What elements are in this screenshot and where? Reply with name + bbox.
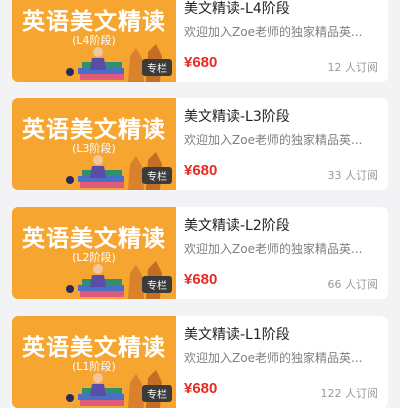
product-card[interactable]: 英语美文精读 (L3阶段) 专栏 美文精读-L3阶段 欢迎加入Zoe老师的独家精… [12, 98, 388, 190]
subscriber-count: 122 人订阅 [320, 387, 379, 400]
product-list: 英语美文精读 (L4阶段) 专栏 美文精读-L4阶段 欢迎加入Zoe老师的独家精… [0, 0, 400, 408]
cover-title: 英语美文精读 [22, 226, 166, 252]
column-tag: 专栏 [142, 167, 172, 184]
product-card[interactable]: 英语美文精读 (L1阶段) 专栏 美文精读-L1阶段 欢迎加入Zoe老师的独家精… [12, 316, 388, 408]
product-cover: 英语美文精读 (L2阶段) 专栏 [12, 207, 176, 299]
product-price: ¥680 [184, 380, 218, 397]
product-description: 欢迎加入Zoe老师的独家精品英... [184, 351, 363, 365]
product-cover: 英语美文精读 (L3阶段) 专栏 [12, 98, 176, 190]
product-description: 欢迎加入Zoe老师的独家精品英... [184, 25, 363, 39]
column-tag: 专栏 [142, 276, 172, 293]
product-title[interactable]: 美文精读-L3阶段 [184, 106, 380, 126]
product-description: 欢迎加入Zoe老师的独家精品英... [184, 242, 363, 256]
cover-title: 英语美文精读 [22, 117, 166, 143]
product-title[interactable]: 美文精读-L2阶段 [184, 215, 380, 235]
subscriber-count: 12 人订阅 [327, 61, 379, 74]
product-price: ¥680 [184, 162, 218, 179]
product-cover: 英语美文精读 (L4阶段) 专栏 [12, 0, 176, 82]
column-tag: 专栏 [142, 385, 172, 402]
product-cover: 英语美文精读 (L1阶段) 专栏 [12, 316, 176, 408]
column-tag: 专栏 [142, 59, 172, 76]
cover-title: 英语美文精读 [22, 9, 166, 35]
product-title[interactable]: 美文精读-L1阶段 [184, 324, 380, 344]
product-description: 欢迎加入Zoe老师的独家精品英... [184, 133, 363, 147]
cover-title: 英语美文精读 [22, 335, 166, 361]
product-card[interactable]: 英语美文精读 (L4阶段) 专栏 美文精读-L4阶段 欢迎加入Zoe老师的独家精… [12, 0, 388, 82]
product-card[interactable]: 英语美文精读 (L2阶段) 专栏 美文精读-L2阶段 欢迎加入Zoe老师的独家精… [12, 207, 388, 299]
subscriber-count: 66 人订阅 [327, 278, 379, 291]
product-price: ¥680 [184, 271, 218, 288]
subscriber-count: 33 人订阅 [327, 169, 379, 182]
product-price: ¥680 [184, 54, 218, 71]
product-title[interactable]: 美文精读-L4阶段 [184, 0, 380, 18]
